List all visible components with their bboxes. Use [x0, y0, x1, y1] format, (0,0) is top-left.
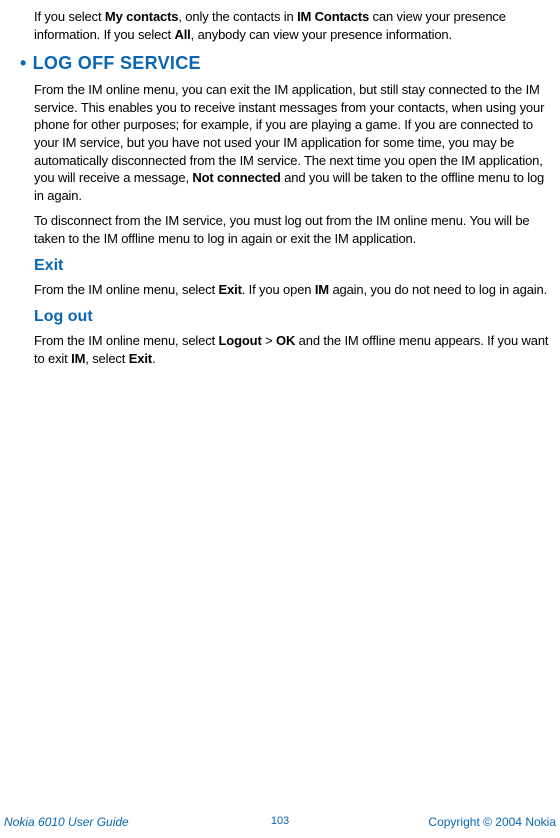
bold-text: Not connected — [192, 170, 280, 185]
text: If you select — [34, 9, 105, 24]
heading-text: Exit — [34, 257, 63, 274]
sub-heading-exit: Exit — [34, 255, 556, 277]
bullet-icon: • — [20, 53, 27, 73]
bold-text: Logout — [219, 333, 262, 348]
text: . — [152, 351, 155, 366]
footer-copyright: Copyright © 2004 Nokia — [428, 814, 556, 830]
section-para-1: From the IM online menu, you can exit th… — [34, 81, 556, 204]
heading-text: LOG OFF SERVICE — [33, 53, 201, 73]
footer-guide-title: Nokia 6010 User Guide — [4, 814, 129, 830]
exit-para: From the IM online menu, select Exit. If… — [34, 281, 556, 299]
text: From the IM online menu, select — [34, 333, 219, 348]
bold-text: Exit — [129, 351, 152, 366]
text: . If you open — [242, 282, 315, 297]
bold-text: My contacts — [105, 9, 178, 24]
sub-heading-logout: Log out — [34, 306, 556, 328]
text: , select — [85, 351, 128, 366]
section-heading-logoff: • LOG OFF SERVICE — [20, 51, 556, 75]
heading-text: Log out — [34, 308, 93, 325]
text: To disconnect from the IM service, you m… — [34, 213, 530, 246]
bold-text: OK — [276, 333, 295, 348]
text: > — [262, 333, 276, 348]
bold-text: IM — [71, 351, 85, 366]
bold-text: IM Contacts — [297, 9, 369, 24]
bold-text: Exit — [219, 282, 242, 297]
bold-text: All — [174, 27, 190, 42]
intro-paragraph: If you select My contacts, only the cont… — [34, 8, 556, 43]
page-content: If you select My contacts, only the cont… — [4, 8, 556, 367]
text: , only the contacts in — [178, 9, 297, 24]
section-para-2: To disconnect from the IM service, you m… — [34, 212, 556, 247]
bold-text: IM — [315, 282, 329, 297]
text: From the IM online menu, select — [34, 282, 219, 297]
text: again, you do not need to log in again. — [329, 282, 547, 297]
text: , anybody can view your presence informa… — [191, 27, 452, 42]
page-footer: Nokia 6010 User Guide 103 Copyright © 20… — [4, 814, 556, 830]
logout-para: From the IM online menu, select Logout >… — [34, 332, 556, 367]
footer-page-number: 103 — [271, 814, 289, 829]
